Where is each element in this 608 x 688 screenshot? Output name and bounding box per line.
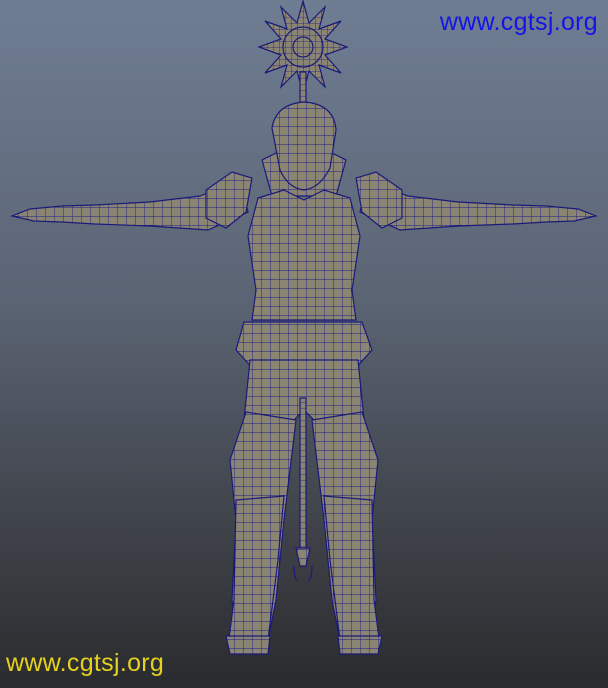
right-boot — [323, 495, 381, 647]
3d-viewport[interactable]: www.cgtsj.org www.cgtsj.org — [0, 0, 608, 688]
watermark-top: www.cgtsj.org — [439, 8, 598, 36]
watermark-bottom: www.cgtsj.org — [6, 649, 165, 677]
right-pauldron — [355, 171, 403, 229]
left-boot — [227, 495, 285, 647]
tail-tip — [295, 547, 311, 567]
tail-staff — [299, 397, 307, 549]
right-foot — [337, 635, 383, 655]
left-foot — [225, 635, 271, 655]
left-pauldron — [205, 171, 253, 229]
torso — [247, 189, 361, 321]
wireframe-character-model — [9, 0, 599, 655]
